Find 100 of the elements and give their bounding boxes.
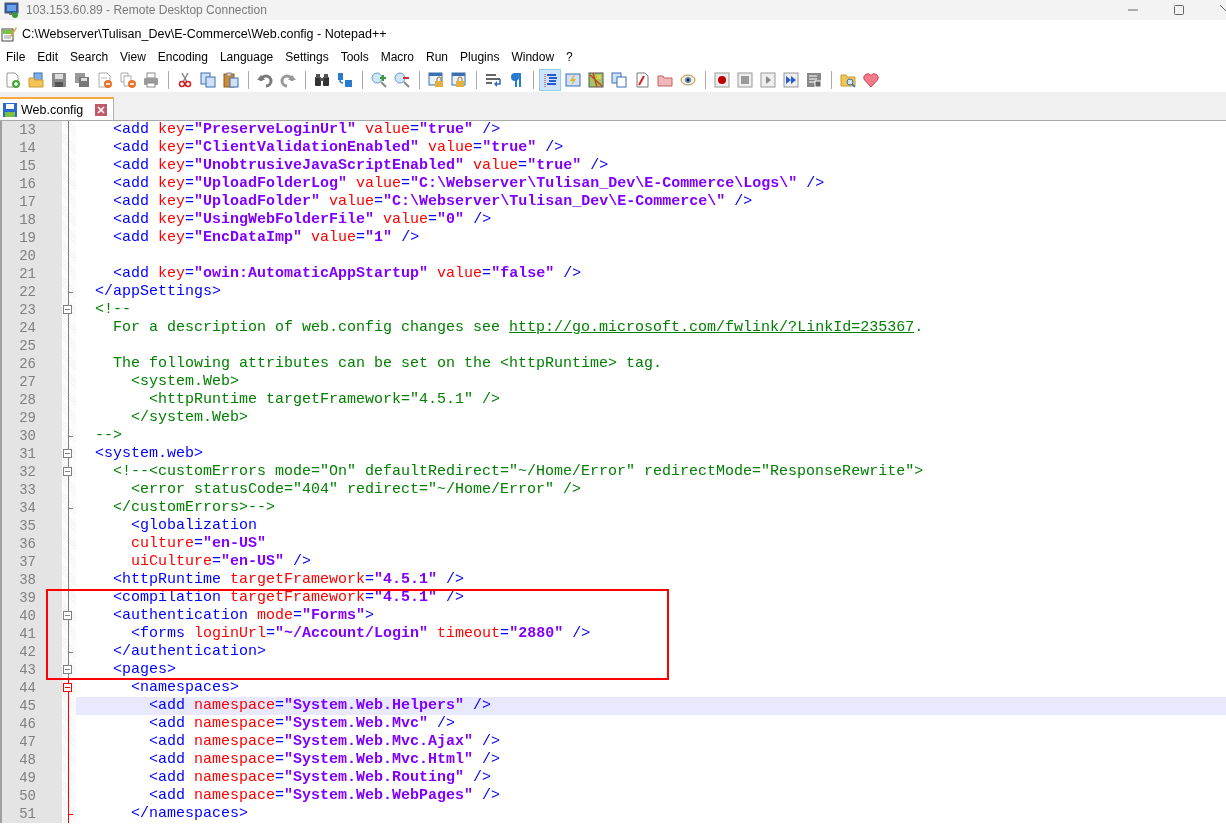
menu-item[interactable]: Language [213, 48, 280, 66]
menu-item[interactable]: View [114, 48, 152, 66]
code-line: <add key="UploadFolder" value="C:\Webserver\Tulisan_Dev\E-Commerce\" /> [112, 193, 754, 211]
code-line: </system.Web> [130, 409, 250, 427]
menu-item[interactable]: Search [64, 48, 115, 66]
fast-forward-icon [783, 71, 799, 88]
code-line: culture="en-US" [130, 535, 268, 553]
code-line: <httpRuntime targetFramework="4.5.1" /> [148, 391, 502, 409]
code-line: </appSettings> [94, 283, 223, 301]
code-line: </namespaces> [130, 805, 250, 823]
line-number: 25 [18, 337, 36, 355]
line-number: 20 [18, 247, 36, 265]
document-icon [634, 71, 650, 88]
line-number: 50 [18, 787, 36, 805]
paste-icon [223, 71, 239, 88]
line-number: 24 [18, 319, 36, 337]
scissors-icon [177, 71, 193, 88]
window-lock-icon [428, 71, 444, 88]
indent-guide-button[interactable] [539, 68, 561, 91]
code-line: <add key="owin:AutomaticAppStartup" value="false" /> [112, 265, 583, 283]
link[interactable]: http://go.microsoft.com/fwlink/?LinkId=235367 [509, 319, 915, 336]
record-icon [714, 71, 730, 88]
code-line: <system.web> [94, 445, 205, 463]
fold-toggle[interactable] [63, 665, 72, 674]
line-number: 39 [18, 589, 36, 607]
line-number: 16 [18, 175, 36, 193]
line-number: 34 [18, 499, 36, 517]
line-number: 29 [18, 409, 36, 427]
fold-toggle[interactable] [63, 683, 72, 692]
line-number: 48 [18, 751, 36, 769]
line-number: 27 [18, 373, 36, 391]
line-number: 13 [18, 121, 36, 139]
line-number: 43 [18, 661, 36, 679]
save-icon [51, 71, 67, 88]
line-number: 37 [18, 553, 36, 571]
menu-item[interactable]: Macro [374, 48, 420, 66]
fold-toggle[interactable] [63, 449, 72, 458]
menu-item[interactable]: Tools [334, 48, 375, 66]
line-number: 33 [18, 481, 36, 499]
open-folder-icon [28, 71, 44, 88]
maximize-icon [1173, 4, 1185, 16]
code-line: <add key="UploadFolderLog" value="C:\Webserver\Tulisan_Dev\E-Commerce\Logs\" /> [112, 175, 826, 193]
code-line: <add key="ClientValidationEnabled" value="true" /> [112, 139, 565, 157]
close-all-icon [120, 71, 136, 88]
line-number: 35 [18, 517, 36, 535]
code-line: --> [94, 427, 123, 445]
menu-item[interactable]: Encoding [151, 48, 214, 66]
line-number: 15 [18, 157, 36, 175]
window-lock-icon [451, 71, 467, 88]
window-title: 103.153.60.89 - Remote Desktop Connection [26, 3, 267, 17]
macro-list-icon [806, 71, 822, 88]
indent-guide-icon [542, 71, 558, 88]
line-number: 30 [18, 427, 36, 445]
code-line: </customErrors>--> [112, 499, 277, 517]
line-number: 51 [18, 805, 36, 823]
code-line: <add namespace="System.Web.Routing" /> [148, 769, 493, 787]
menu-item[interactable]: Plugins [454, 48, 506, 66]
fold-toggle[interactable] [63, 305, 72, 314]
code-line: For a description of web.config changes see http://go.microsoft.com/fwlink/?LinkId=235367. [112, 319, 925, 337]
folder-search-icon [840, 71, 856, 88]
line-number: 19 [18, 229, 36, 247]
code-line: <add namespace="System.Web.Mvc.Ajax" /> [148, 733, 502, 751]
line-number: 45 [18, 697, 36, 715]
zoom-in-icon [371, 71, 387, 88]
code-line: <httpRuntime targetFramework="4.5.1" /> [112, 571, 466, 589]
menu-item[interactable]: Run [420, 48, 455, 66]
line-number: 14 [18, 139, 36, 157]
replace-icon [337, 71, 353, 88]
code-line: <pages> [112, 661, 178, 679]
map-icon [588, 71, 604, 88]
code-line: <authentication mode="Forms"> [112, 607, 376, 625]
menu-item[interactable]: File [0, 48, 32, 66]
code-line: <system.Web> [130, 373, 241, 391]
line-number: 47 [18, 733, 36, 751]
line-number: 36 [18, 535, 36, 553]
pilcrow-icon [508, 71, 524, 88]
menu-item[interactable]: Edit [31, 48, 65, 66]
binoculars-icon [314, 71, 330, 88]
word-wrap-icon [485, 71, 501, 88]
fold-toggle[interactable] [63, 467, 72, 476]
line-number: 46 [18, 715, 36, 733]
fold-toggle[interactable] [63, 611, 72, 620]
file-tab[interactable]: Web.config [0, 97, 115, 120]
menu-item[interactable]: ? [560, 48, 579, 66]
new-file-icon [5, 71, 21, 88]
printer-icon [143, 71, 159, 88]
code-line: <add namespace="System.Web.WebPages" /> [148, 787, 502, 805]
code-line: The following attributes can be set on the <httpRuntime> tag. [112, 355, 664, 373]
code-line: <add namespace="System.Web.Mvc" /> [148, 715, 457, 733]
window-title: C:\Webserver\Tulisan_Dev\E-Commerce\Web.config - Notepad++ [22, 26, 387, 41]
menu-item[interactable]: Settings [279, 48, 335, 66]
menu-item[interactable]: Window [505, 48, 561, 66]
code-line: <add key="UnobtrusiveJavaScriptEnabled" value="true" /> [112, 157, 610, 175]
code-line: <namespaces> [130, 679, 241, 697]
lightning-icon [565, 71, 581, 88]
line-number: 31 [18, 445, 36, 463]
line-number: 40 [18, 607, 36, 625]
zoom-out-icon [394, 71, 410, 88]
monitor-icon [4, 2, 20, 18]
line-number: 42 [18, 643, 36, 661]
